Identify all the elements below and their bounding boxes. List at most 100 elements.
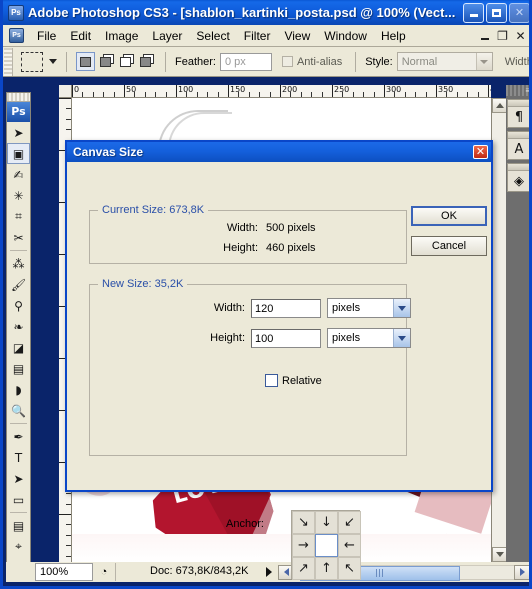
style-value: Normal: [401, 55, 438, 68]
tool-type[interactable]: T: [7, 447, 30, 468]
dock-button-paragraph[interactable]: ¶: [507, 99, 529, 128]
scroll-down-button[interactable]: [492, 547, 507, 562]
menu-item-view[interactable]: View: [277, 27, 317, 45]
tool-brush[interactable]: 🖌: [7, 274, 30, 295]
tool-path-selection[interactable]: ➤: [7, 468, 30, 489]
menu-item-layer[interactable]: Layer: [145, 27, 189, 45]
anchor-top-right[interactable]: ↙: [338, 511, 361, 534]
new-width-unit-dropdown-button[interactable]: [393, 299, 410, 317]
current-height-value: 460 pixels: [266, 242, 316, 254]
relative-row[interactable]: Relative: [265, 374, 322, 387]
cancel-button[interactable]: Cancel: [411, 236, 487, 256]
new-height-unit-select[interactable]: pixels: [327, 328, 411, 348]
window-minimize-button[interactable]: [463, 2, 484, 23]
dock-button-character[interactable]: A: [507, 131, 529, 160]
tool-slice[interactable]: ✂: [7, 227, 30, 248]
document-close-button[interactable]: ✕: [512, 28, 529, 44]
selection-subtract-button[interactable]: [116, 52, 135, 71]
tool-clone-stamp[interactable]: ⚲: [7, 295, 30, 316]
anti-alias-checkbox[interactable]: [281, 56, 293, 67]
ruler-label: 250: [334, 85, 350, 94]
tool-blur[interactable]: ◗: [7, 379, 30, 400]
menu-item-file[interactable]: File: [30, 27, 63, 45]
selection-new-button[interactable]: [76, 52, 95, 71]
tool-gradient[interactable]: ▤: [7, 358, 30, 379]
ok-button[interactable]: OK: [411, 206, 487, 226]
dock-button-layers[interactable]: ◈: [507, 163, 529, 192]
dock-grip[interactable]: ≡: [506, 85, 529, 96]
window-close-button[interactable]: ✕: [509, 2, 529, 23]
relative-checkbox[interactable]: [265, 374, 278, 387]
menu-item-help[interactable]: Help: [374, 27, 413, 45]
window-maximize-button[interactable]: [486, 2, 507, 23]
rectangular-marquee-icon[interactable]: [21, 51, 43, 72]
tool-history-brush[interactable]: ❧: [7, 316, 30, 337]
tool-crop[interactable]: ⌗: [7, 206, 30, 227]
tool-pen[interactable]: ✒: [7, 426, 30, 447]
intersect-selection-icon: [140, 56, 151, 67]
style-dropdown-button[interactable]: [475, 53, 492, 70]
anchor-middle-left[interactable]: →: [292, 534, 315, 557]
tool-rectangle-shape[interactable]: ▭: [7, 489, 30, 510]
menu-item-edit[interactable]: Edit: [63, 27, 98, 45]
dock-tab: [508, 164, 529, 171]
preview-options-button[interactable]: ◔: [93, 563, 115, 581]
anchor-bottom-left[interactable]: ↗: [292, 557, 315, 580]
anchor-top-center[interactable]: ↓: [315, 511, 338, 534]
feather-input[interactable]: 0 px: [219, 52, 272, 71]
menu-item-image[interactable]: Image: [98, 27, 145, 45]
new-size-legend: New Size: 35,2K: [98, 278, 188, 290]
window-title: Adobe Photoshop CS3 - [shablon_kartinki_…: [28, 5, 456, 20]
anchor-label: Anchor:: [226, 518, 264, 530]
options-bar-grip[interactable]: [4, 47, 13, 76]
anchor-top-left[interactable]: ↘: [292, 511, 315, 534]
scroll-up-button[interactable]: [492, 98, 507, 113]
tool-healing-brush[interactable]: ⁂: [7, 253, 30, 274]
minimize-icon: [469, 14, 478, 17]
new-height-input[interactable]: 100: [251, 328, 321, 348]
tool-preset-chevron-down-icon[interactable]: [49, 59, 57, 64]
tool-magic-wand[interactable]: ✳: [7, 185, 30, 206]
anchor-bottom-right[interactable]: ↖: [338, 557, 361, 580]
horizontal-ruler[interactable]: 0 50 100 150 200 250 300 350 40: [72, 85, 491, 98]
width-label: Width:: [504, 55, 529, 68]
chevron-down-icon: [480, 59, 489, 64]
dialog-close-button[interactable]: ✕: [473, 145, 488, 159]
tool-dodge[interactable]: 🔍: [7, 400, 30, 421]
anchor-bottom-center[interactable]: ↑: [315, 557, 338, 580]
ruler-corner[interactable]: [59, 85, 72, 98]
new-width-input[interactable]: 120: [251, 298, 321, 318]
dock-tab: [508, 100, 529, 107]
anchor-center[interactable]: [315, 534, 338, 557]
menu-item-filter[interactable]: Filter: [237, 27, 278, 45]
anchor-grid[interactable]: ↘ ↓ ↙ → ← ↗ ↑ ↖: [291, 510, 361, 580]
menu-item-window[interactable]: Window: [317, 27, 374, 45]
tool-eraser[interactable]: ◪: [7, 337, 30, 358]
tool-eyedropper[interactable]: ⌖: [7, 536, 30, 557]
current-height-row: Height: 460 pixels: [212, 242, 316, 254]
zoom-level-input[interactable]: 100%: [35, 563, 93, 581]
tool-lasso[interactable]: ✍: [7, 164, 30, 185]
tool-notes[interactable]: ▤: [7, 515, 30, 536]
tool-rectangular-marquee[interactable]: ▣: [7, 143, 30, 164]
paragraph-icon: ¶: [508, 107, 529, 127]
canvas-vertical-scrollbar[interactable]: [491, 98, 507, 562]
divider: [355, 51, 357, 72]
ruler-label: 200: [282, 85, 298, 94]
menu-item-select[interactable]: Select: [189, 27, 236, 45]
new-width-unit-select[interactable]: pixels: [327, 298, 411, 318]
new-height-unit-dropdown-button[interactable]: [393, 329, 410, 347]
anchor-middle-right[interactable]: ←: [338, 534, 361, 557]
document-minimize-button[interactable]: [476, 28, 493, 44]
style-select[interactable]: Normal: [396, 52, 493, 71]
document-restore-button[interactable]: ❐: [494, 28, 511, 44]
toolbox-grip[interactable]: [7, 93, 30, 102]
selection-intersect-button[interactable]: [136, 52, 155, 71]
scroll-right-button[interactable]: [514, 564, 529, 580]
new-height-unit-value: pixels: [332, 332, 361, 344]
selection-add-button[interactable]: [96, 52, 115, 71]
tool-move[interactable]: ➤: [7, 122, 30, 143]
status-bar: 100% ◔ Doc: 673,8K/843,2K: [6, 562, 529, 582]
status-menu-arrow-icon[interactable]: [266, 567, 273, 577]
dialog-title-bar[interactable]: Canvas Size ✕: [67, 142, 491, 162]
